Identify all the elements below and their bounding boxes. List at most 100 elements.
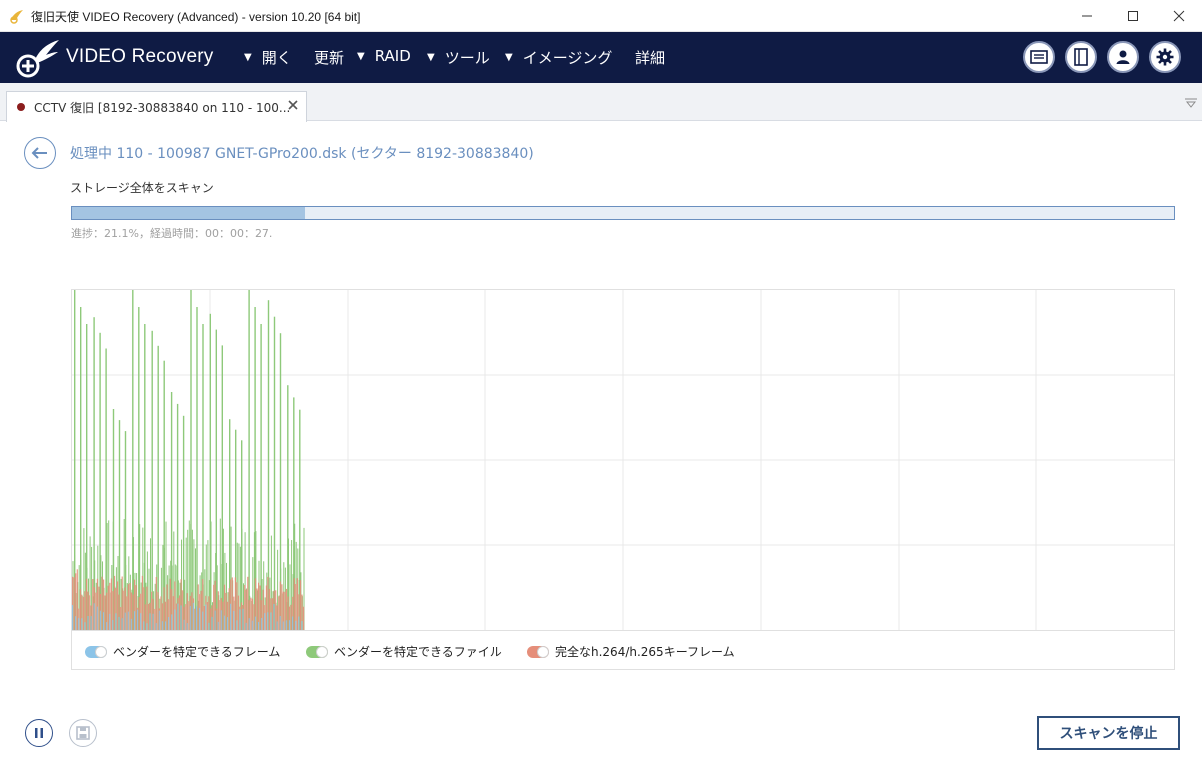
chart-bar-vendor-frames (251, 620, 253, 630)
scan-chart: ベンダーを特定できるフレーム ベンダーを特定できるファイル 完全なh.264/h… (71, 289, 1175, 670)
chart-bar-vendor-frames (183, 619, 185, 630)
chart-bar-keyframes (206, 602, 209, 630)
chart-bar-keyframes (172, 596, 174, 630)
chart-bar-vendor-frames (285, 620, 287, 630)
chart-bar-keyframes (231, 577, 233, 630)
menu-tools[interactable]: ▼ ツール (427, 47, 490, 68)
tab-strip: CCTV 復旧 [8192-30883840 on 110 - 100... (0, 83, 1202, 122)
chart-bar-vendor-frames (220, 610, 222, 630)
legend-item-keyframes[interactable]: 完全なh.264/h.265キーフレーム (527, 643, 735, 660)
legend-item-vendor-frames[interactable]: ベンダーを特定できるフレーム (85, 643, 280, 660)
chart-bar-keyframes (98, 586, 100, 630)
chart-bar-vendor-frames (124, 612, 126, 630)
stop-scan-button[interactable]: スキャンを停止 (1037, 716, 1180, 750)
chart-bar-vendor-frames (75, 616, 77, 630)
chart-bar-keyframes (278, 596, 280, 630)
chart-bar-vendor-frames (248, 618, 250, 630)
chart-bar-vendor-frames (103, 612, 104, 630)
chart-bar-keyframes (241, 602, 243, 630)
chart-bar-vendor-frames (165, 621, 166, 630)
chart-bar-keyframes (163, 587, 165, 630)
chart-bar-vendor-frames (155, 623, 157, 630)
progress-text: 進捗：21.1%，経過時間：00：00：27. (71, 227, 273, 240)
chart-bar-vendor-frames (96, 606, 98, 630)
save-button[interactable] (69, 719, 97, 747)
chart-bar-vendor-frames (192, 602, 194, 630)
close-button[interactable] (1156, 0, 1202, 32)
video-recovery-logo-icon (16, 40, 59, 78)
legend-item-vendor-files[interactable]: ベンダーを特定できるファイル (306, 643, 502, 660)
back-button[interactable] (24, 137, 56, 169)
settings-button[interactable] (1149, 41, 1181, 73)
menu-raid-label: RAID (374, 47, 411, 65)
chart-bar-vendor-files-peak (248, 290, 250, 630)
chart-bar-vendor-frames (161, 621, 163, 630)
chart-bar-vendor-files-peak (80, 307, 82, 630)
panel-toggle-button[interactable] (1065, 41, 1097, 73)
chart-bar-vendor-frames (84, 622, 86, 630)
processing-status: 処理中 110 - 100987 GNET-GPro200.dsk (セクター … (70, 146, 534, 162)
chart-bar-keyframes (155, 577, 157, 630)
chart-bar-keyframes (256, 588, 258, 630)
chart-bar-keyframes (244, 585, 246, 630)
chart-bar-vendor-frames (99, 610, 101, 630)
chart-bar-vendor-frames (72, 605, 73, 630)
close-icon[interactable] (286, 98, 300, 112)
pause-button[interactable] (25, 719, 53, 747)
menu-imaging-label: イメージング (522, 49, 613, 67)
menu-details-label: 詳細 (635, 49, 666, 67)
save-icon (76, 726, 90, 740)
chart-bar-vendor-frames (152, 613, 154, 630)
chart-bar-keyframes (169, 578, 171, 630)
maximize-button[interactable] (1110, 0, 1156, 32)
chart-bar-vendor-frames (211, 616, 213, 630)
chart-bar-vendor-frames (171, 614, 173, 630)
chart-bar-keyframes (262, 589, 264, 630)
chart-bar-keyframes (76, 569, 78, 630)
messages-button[interactable] (1023, 41, 1055, 73)
menu-raid[interactable]: ▼ RAID (357, 47, 411, 65)
chart-bar-vendor-frames (301, 621, 303, 630)
chart-bar-keyframes (268, 588, 271, 630)
user-icon (1116, 50, 1130, 64)
chart-bar-keyframes (197, 584, 199, 630)
chart-bar-vendor-files-peak (157, 345, 159, 630)
chart-bar-vendor-frames (298, 616, 300, 630)
chart-bar-vendor-frames (168, 617, 170, 630)
chart-bar-keyframes (303, 606, 305, 630)
minimize-button[interactable] (1064, 0, 1110, 32)
chart-bar-keyframes (129, 583, 131, 630)
chart-bar-vendor-frames (205, 604, 207, 630)
tab-list-menu-icon[interactable] (1184, 97, 1198, 109)
chart-bar-keyframes (89, 595, 91, 630)
tab-cctv-recovery[interactable]: CCTV 復旧 [8192-30883840 on 110 - 100... (6, 91, 307, 122)
chart-bar-keyframes (185, 604, 187, 630)
menu-details[interactable]: 詳細 (635, 47, 665, 68)
menu-refresh[interactable]: 更新 (314, 47, 344, 68)
chart-bar-keyframes (160, 596, 162, 630)
chart-bar-vendor-frames (236, 620, 238, 630)
menu-imaging[interactable]: ▼ イメージング (505, 47, 612, 68)
menu-tools-label: ツール (444, 49, 490, 67)
chart-bar-vendor-files-peak (209, 313, 211, 630)
chart-bar-vendor-files-peak (273, 316, 276, 630)
chart-bar-keyframes (120, 607, 122, 630)
chart-bar-keyframes (138, 597, 140, 630)
menu-open-label: 開く (261, 49, 292, 67)
account-button[interactable] (1107, 41, 1139, 73)
status-dot-icon (17, 103, 25, 111)
chart-bar-keyframes (287, 596, 289, 630)
pause-icon (35, 728, 43, 738)
chart-bar-keyframes (144, 604, 147, 630)
chart-legend: ベンダーを特定できるフレーム ベンダーを特定できるファイル 完全なh.264/h… (72, 630, 1174, 669)
chart-bar-keyframes (182, 590, 184, 630)
chart-bar-vendor-frames (109, 613, 111, 630)
chart-bar-vendor-files-peak (93, 317, 95, 630)
legend-label: ベンダーを特定できるフレーム (113, 645, 281, 659)
chart-bar-keyframes (73, 577, 75, 630)
chart-bar-vendor-frames (78, 618, 80, 630)
chevron-down-icon: ▼ (427, 52, 435, 63)
menu-open[interactable]: ▼ 開く (244, 47, 292, 68)
chart-bar-keyframes (281, 584, 283, 630)
chart-bar-keyframes (237, 595, 240, 630)
